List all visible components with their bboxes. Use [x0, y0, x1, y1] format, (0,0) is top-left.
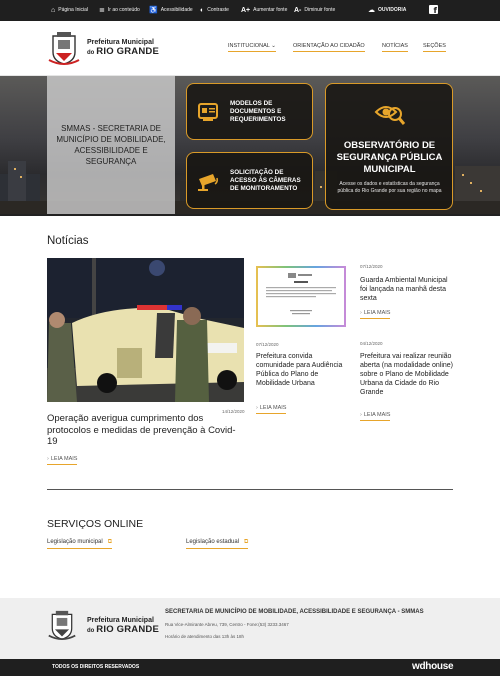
observatorio-subtitle: Acesse os dados e estatísticas da segura…: [337, 181, 442, 194]
news-right-top-date: 07/12/2020: [360, 264, 383, 269]
magnifier-eye-icon: [374, 106, 406, 125]
home-icon: ⌂: [51, 6, 56, 14]
card-observatorio[interactable]: OBSERVATÓRIO DE SEGURANÇA PÚBLICA MUNICI…: [325, 83, 453, 210]
footer-logo-do: do: [87, 628, 95, 634]
font-decrease-button[interactable]: A- Diminuir fonte: [294, 6, 335, 14]
accessibility-link[interactable]: ♿ Acessibilidade: [149, 6, 193, 14]
facebook-icon[interactable]: f: [429, 5, 438, 15]
news-right-bottom-date: 04/12/2020: [360, 341, 383, 346]
news-middle-image[interactable]: [256, 266, 346, 327]
font-increase-button[interactable]: A+ Aumentar fonte: [241, 6, 287, 14]
footer-address: Rua Vice-Almirante Abreu, 739, Centro - …: [165, 622, 289, 627]
site-footer: Prefeitura Municipal do RIO GRANDE SECRE…: [0, 598, 500, 659]
crest-icon: [47, 30, 81, 66]
observatorio-title: OBSERVATÓRIO DE SEGURANÇA PÚBLICA MUNICI…: [336, 140, 443, 175]
crest-icon: [47, 608, 81, 644]
accessibility-bar: ⌂ Página Inicial ≣ Ir ao conteúdo ♿ Acessib…: [0, 0, 500, 21]
prefeitura-logo[interactable]: Prefeitura Municipal do RIO GRANDE: [47, 30, 159, 66]
card-modelos-documentos[interactable]: MODELOS DE DOCUMENTOS E REQUERIMENTOS: [186, 83, 313, 140]
camera-icon: [198, 174, 218, 191]
footer-logo[interactable]: Prefeitura Municipal do RIO GRANDE: [47, 608, 159, 644]
accessibility-icon: ♿: [149, 6, 158, 14]
footer-logo-rio-grande: RIO GRANDE: [96, 624, 159, 635]
ouvidoria-link[interactable]: ☁ OUVIDORIA: [368, 6, 406, 14]
skip-to-content-link[interactable]: ≣ Ir ao conteúdo: [99, 6, 140, 14]
news-main-title[interactable]: Operação averigua cumprimento dos protoc…: [47, 413, 244, 448]
news-right-bottom-title[interactable]: Prefeitura vai realizar reunião aberta (…: [360, 352, 453, 397]
news-right-top-title[interactable]: Guarda Ambiental Municipal foi lançada n…: [360, 276, 453, 303]
news-section-title: Notícias: [47, 235, 89, 247]
nav-noticias[interactable]: NOTÍCIAS: [382, 43, 408, 52]
contrast-icon: ◐: [200, 6, 205, 14]
news-right-top-read-more[interactable]: LEIA MAIS: [360, 310, 391, 319]
news-main-image[interactable]: [47, 258, 244, 402]
external-link-icon: ⧉: [107, 539, 112, 545]
nav-institucional[interactable]: INSTITUCIONAL ⌄: [228, 43, 276, 52]
footer-secretaria-title: SECRETARIA DE MUNICÍPIO DE MOBILIDADE, A…: [165, 609, 424, 615]
logo-rio-grande: RIO GRANDE: [96, 46, 159, 57]
service-legislacao-estadual[interactable]: Legislação estadual ⧉: [186, 539, 249, 549]
footer-hours: Horário de atendimento das 13h às 18h: [165, 634, 245, 639]
news-main-read-more[interactable]: LEIA MAIS: [47, 456, 78, 465]
font-increase-icon: A+: [241, 6, 251, 14]
hero-banner: SMMAS - SECRETARIA DE MUNICÍPIO DE MOBIL…: [0, 76, 500, 216]
chat-icon: ☁: [368, 6, 375, 14]
site-header: Prefeitura Municipal do RIO GRANDE INSTI…: [0, 21, 500, 76]
copyright-bar: TODOS OS DIREITOS RESERVADOS wdhouse: [0, 659, 500, 676]
home-link[interactable]: ⌂ Página Inicial: [51, 6, 88, 14]
nav-orientacao-cidadao[interactable]: ORIENTAÇÃO AO CIDADÃO: [293, 43, 365, 52]
service-legislacao-municipal[interactable]: Legislação municipal ⧉: [47, 539, 112, 549]
document-icon: [198, 103, 218, 121]
hero-divider: [0, 214, 500, 216]
font-decrease-icon: A-: [294, 6, 302, 14]
external-link-icon: ⧉: [244, 539, 249, 545]
contrast-toggle[interactable]: ◐ Contraste: [200, 6, 229, 14]
logo-do: do: [87, 50, 95, 56]
news-right-bottom-read-more[interactable]: LEIA MAIS: [360, 412, 391, 421]
services-section-title: SERVIÇOS ONLINE: [47, 518, 144, 530]
secretaria-panel: SMMAS - SECRETARIA DE MUNICÍPIO DE MOBIL…: [47, 76, 175, 216]
wdhouse-logo[interactable]: wdhouse: [412, 661, 454, 672]
news-middle-read-more[interactable]: LEIA MAIS: [256, 405, 287, 414]
card-acesso-cameras[interactable]: SOLICITAÇÃO DE ACESSO ÀS CÂMERAS DE MONI…: [186, 152, 313, 209]
card-cameras-label: SOLICITAÇÃO DE ACESSO ÀS CÂMERAS DE MONI…: [230, 169, 301, 192]
nav-secoes[interactable]: SEÇÕES: [423, 43, 446, 52]
rights-reserved: TODOS OS DIREITOS RESERVADOS: [52, 664, 140, 670]
card-modelos-label: MODELOS DE DOCUMENTOS E REQUERIMENTOS: [230, 100, 286, 123]
secretaria-title: SMMAS - SECRETARIA DE MUNICÍPIO DE MOBIL…: [56, 124, 166, 166]
news-middle-title[interactable]: Prefeitura convida comunidade para Audiê…: [256, 352, 348, 388]
section-divider: [47, 489, 453, 490]
content-icon: ≣: [99, 6, 105, 14]
news-middle-date: 07/12/2020: [256, 342, 279, 347]
